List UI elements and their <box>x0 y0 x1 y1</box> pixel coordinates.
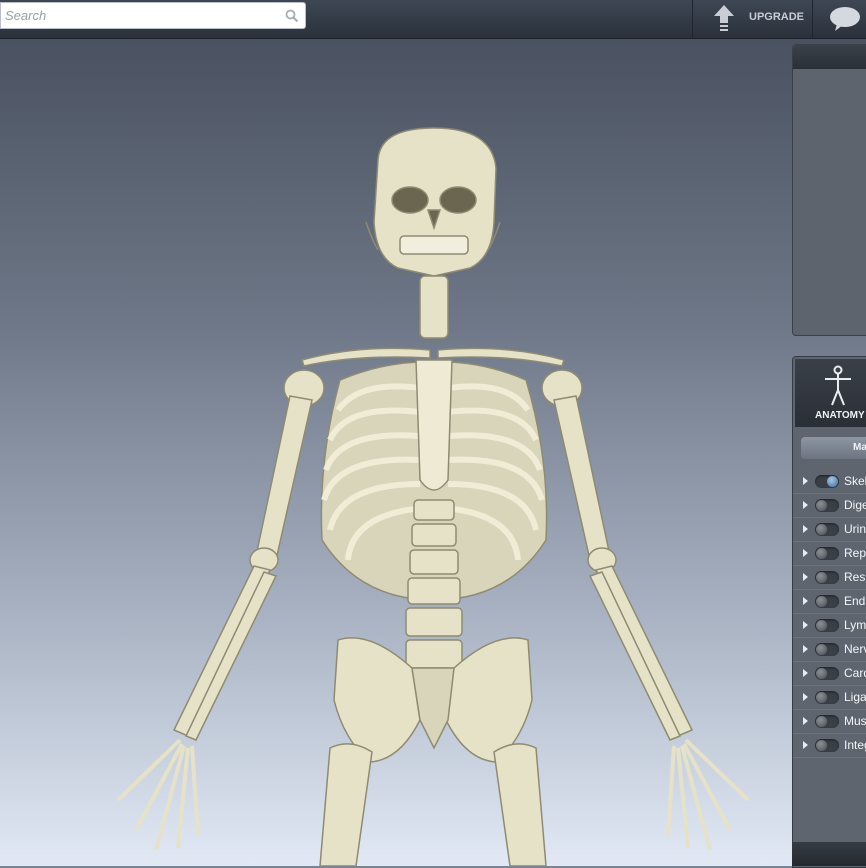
toggle-knob <box>816 524 827 535</box>
system-item[interactable]: Liga <box>793 686 866 710</box>
system-label: Card <box>844 666 866 680</box>
system-item[interactable]: Nerv <box>793 638 866 662</box>
system-label: End <box>844 594 866 608</box>
visibility-toggle[interactable] <box>815 691 839 704</box>
toggle-knob <box>816 740 827 751</box>
main-menu-button[interactable]: Ma <box>801 437 866 459</box>
expand-arrow-icon[interactable] <box>803 501 808 509</box>
info-panel-header <box>793 45 866 69</box>
expand-arrow-icon[interactable] <box>803 549 808 557</box>
toggle-knob <box>816 668 827 679</box>
chat-button[interactable] <box>812 0 866 38</box>
system-item[interactable]: Rep <box>793 542 866 566</box>
system-label: Liga <box>844 690 866 704</box>
expand-arrow-icon[interactable] <box>803 741 808 749</box>
search-input[interactable] <box>1 3 275 28</box>
expand-arrow-icon[interactable] <box>803 621 808 629</box>
visibility-toggle[interactable] <box>815 715 839 728</box>
toggle-knob <box>816 500 827 511</box>
systems-list: Skel Dige Urin Rep Res End Lym Nerv Card Liga Mus I… <box>793 470 866 758</box>
toggle-knob <box>816 572 827 583</box>
expand-arrow-icon[interactable] <box>803 525 808 533</box>
upload-arrow-icon <box>713 4 735 35</box>
visibility-toggle[interactable] <box>815 667 839 680</box>
search-box[interactable] <box>0 2 306 29</box>
expand-arrow-icon[interactable] <box>803 477 808 485</box>
system-label: Integ <box>844 738 866 752</box>
systems-panel: ANATOMY Ma Skel Dige Urin Rep Res End Lym Nerv C… <box>792 356 866 868</box>
system-label: Skel <box>844 474 866 488</box>
toggle-knob <box>816 620 827 631</box>
system-item[interactable]: Skel <box>793 470 866 494</box>
toggle-knob <box>816 644 827 655</box>
toggle-knob <box>816 716 827 727</box>
system-item[interactable]: Card <box>793 662 866 686</box>
expand-arrow-icon[interactable] <box>803 693 808 701</box>
magnifier-icon[interactable] <box>285 9 299 28</box>
info-panel <box>792 44 866 336</box>
system-item[interactable]: End <box>793 590 866 614</box>
vitruvian-figure-icon <box>823 365 853 412</box>
system-label: Lym <box>844 618 866 632</box>
system-label: Urin <box>844 522 866 536</box>
toggle-knob <box>816 548 827 559</box>
speech-bubble-icon <box>829 6 861 37</box>
system-label: Nerv <box>844 642 866 656</box>
system-item[interactable]: Integ <box>793 734 866 758</box>
expand-arrow-icon[interactable] <box>803 597 808 605</box>
toggle-knob <box>816 596 827 607</box>
visibility-toggle[interactable] <box>815 499 839 512</box>
tab-anatomy[interactable]: ANATOMY <box>795 359 866 427</box>
upgrade-button[interactable]: UPGRADE <box>692 0 810 38</box>
expand-arrow-icon[interactable] <box>803 573 808 581</box>
system-label: Mus <box>844 714 866 728</box>
visibility-toggle[interactable] <box>815 523 839 536</box>
system-item[interactable]: Mus <box>793 710 866 734</box>
top-toolbar: UPGRADE <box>0 0 866 39</box>
expand-arrow-icon[interactable] <box>803 717 808 725</box>
3d-viewport[interactable] <box>0 39 866 866</box>
expand-arrow-icon[interactable] <box>803 645 808 653</box>
upgrade-label: UPGRADE <box>749 11 805 23</box>
expand-arrow-icon[interactable] <box>803 669 808 677</box>
skeleton-model[interactable] <box>0 39 866 866</box>
tab-anatomy-label: ANATOMY <box>815 410 865 421</box>
visibility-toggle[interactable] <box>815 475 839 488</box>
visibility-toggle[interactable] <box>815 595 839 608</box>
visibility-toggle[interactable] <box>815 619 839 632</box>
visibility-toggle[interactable] <box>815 739 839 752</box>
system-item[interactable]: Lym <box>793 614 866 638</box>
system-label: Rep <box>844 546 866 560</box>
toggle-knob <box>827 476 838 487</box>
systems-panel-footer <box>792 842 866 866</box>
toggle-knob <box>816 692 827 703</box>
system-label: Dige <box>844 498 866 512</box>
visibility-toggle[interactable] <box>815 571 839 584</box>
main-menu-label: Ma <box>853 442 866 453</box>
system-label: Res <box>844 570 866 584</box>
system-item[interactable]: Res <box>793 566 866 590</box>
visibility-toggle[interactable] <box>815 547 839 560</box>
system-item[interactable]: Urin <box>793 518 866 542</box>
system-item[interactable]: Dige <box>793 494 866 518</box>
visibility-toggle[interactable] <box>815 643 839 656</box>
